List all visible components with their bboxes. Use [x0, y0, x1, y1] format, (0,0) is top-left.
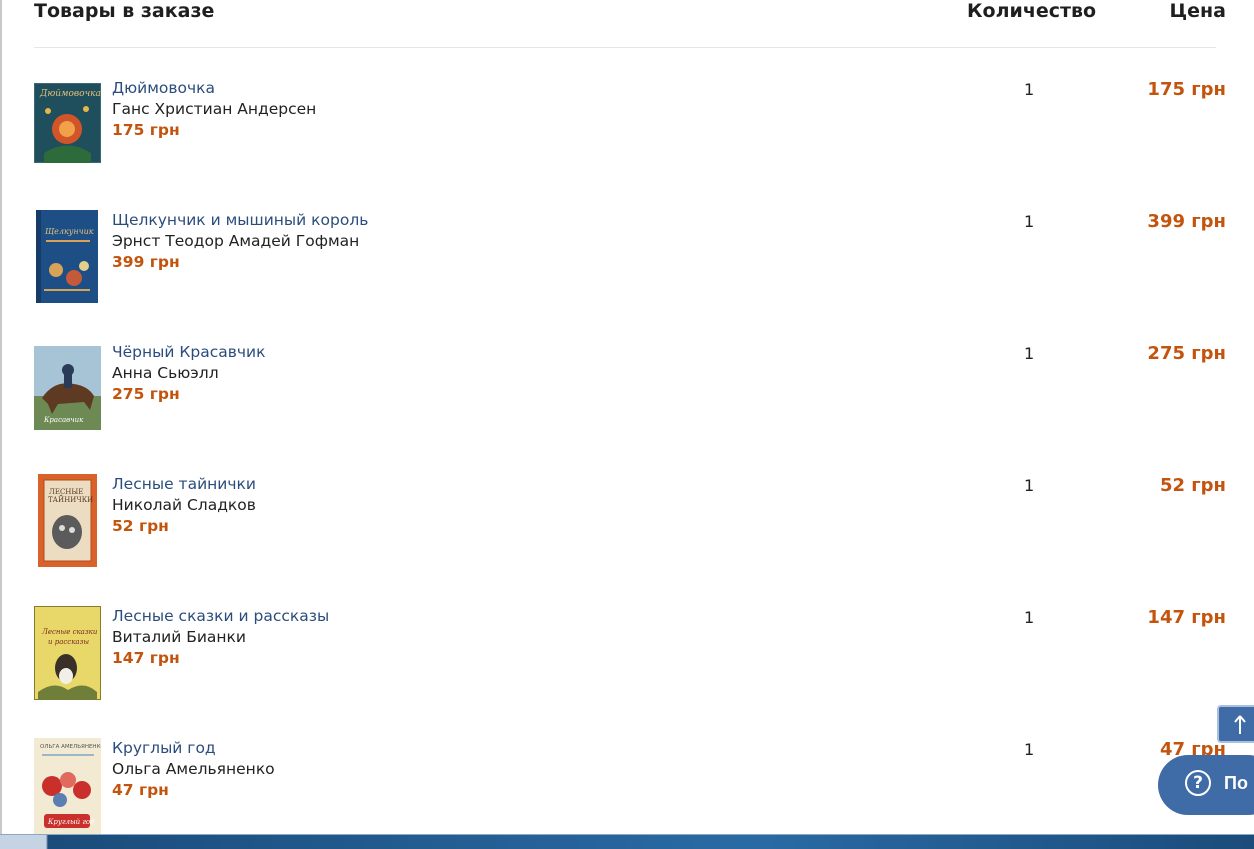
book-cover-image[interactable]: Щелкунчик: [36, 210, 98, 303]
item-title-link[interactable]: Лесные тайнички: [112, 474, 256, 495]
item-title-link[interactable]: Круглый год: [112, 738, 275, 759]
header-divider: [34, 47, 1216, 48]
price-column-header: Цена: [1169, 0, 1226, 22]
order-item-row: Красавчик Чёрный Красавчик Анна Сьюэлл 2…: [34, 342, 1226, 452]
item-quantity: 1: [1024, 80, 1035, 99]
item-author: Виталий Бианки: [112, 628, 246, 646]
help-button[interactable]: ? По: [1158, 755, 1254, 815]
page-left-border: [0, 0, 2, 834]
item-unit-price: 275 грн: [112, 385, 180, 403]
book-cover-image[interactable]: Дюймовочка: [34, 83, 101, 163]
item-quantity: 1: [1024, 476, 1035, 495]
item-author: Эрнст Теодор Амадей Гофман: [112, 232, 360, 250]
svg-text:ОЛЬГА АМЕЛЬЯНЕНКО: ОЛЬГА АМЕЛЬЯНЕНКО: [40, 744, 101, 750]
svg-text:и рассказы: и рассказы: [48, 638, 89, 646]
order-item-row: Дюймовочка Дюймовочка Ганс Христиан Анде…: [34, 78, 1226, 188]
item-unit-price: 147 грн: [112, 649, 180, 667]
order-item-row: Щелкунчик Щелкунчик и мышиный король Эрн…: [34, 210, 1226, 320]
order-item-row: ОЛЬГА АМЕЛЬЯНЕНКО Круглый год Круглый го…: [34, 738, 1226, 834]
svg-text:ТАЙНИЧКИ: ТАЙНИЧКИ: [48, 495, 93, 504]
item-info: Чёрный Красавчик Анна Сьюэлл 275 грн: [112, 342, 265, 405]
item-title-link[interactable]: Щелкунчик и мышиный король: [112, 210, 368, 231]
order-item-row: Лесные сказки и рассказы Лесные сказки и…: [34, 606, 1226, 716]
item-total-price: 275 грн: [1147, 343, 1226, 364]
svg-text:Щелкунчик: Щелкунчик: [45, 227, 94, 236]
help-button-label: По: [1224, 773, 1248, 793]
svg-text:Красавчик: Красавчик: [43, 416, 84, 424]
arrow-up-icon: [1234, 715, 1246, 734]
item-author: Николай Сладков: [112, 496, 256, 514]
item-quantity: 1: [1024, 344, 1035, 363]
item-total-price: 175 грн: [1147, 79, 1226, 100]
order-item-row: ЛЕСНЫЕ ТАЙНИЧКИ Лесные тайнички Николай …: [34, 474, 1226, 584]
item-info: Круглый год Ольга Амельяненко 47 грн: [112, 738, 275, 801]
item-total-price: 147 грн: [1147, 607, 1226, 628]
svg-text:Лесные сказки: Лесные сказки: [41, 628, 98, 636]
item-title-link[interactable]: Лесные сказки и рассказы: [112, 606, 329, 627]
svg-text:ЛЕСНЫЕ: ЛЕСНЫЕ: [49, 488, 83, 496]
quantity-column-header: Количество: [967, 0, 1097, 22]
book-cover-image[interactable]: Красавчик: [34, 346, 101, 430]
item-author: Ольга Амельяненко: [112, 760, 275, 778]
svg-text:Круглый год: Круглый год: [47, 818, 95, 826]
item-quantity: 1: [1024, 212, 1035, 231]
question-icon: ?: [1185, 770, 1211, 796]
book-cover-image[interactable]: ОЛЬГА АМЕЛЬЯНЕНКО Круглый год: [34, 738, 101, 834]
item-info: Дюймовочка Ганс Христиан Андерсен 175 гр…: [112, 78, 316, 141]
book-cover-image[interactable]: ЛЕСНЫЕ ТАЙНИЧКИ: [38, 474, 97, 567]
item-author: Анна Сьюэлл: [112, 364, 219, 382]
items-column-header: Товары в заказе: [34, 0, 215, 22]
item-unit-price: 399 грн: [112, 253, 180, 271]
item-info: Лесные сказки и рассказы Виталий Бианки …: [112, 606, 329, 669]
book-cover-image[interactable]: Лесные сказки и рассказы: [34, 606, 101, 700]
os-taskbar: [0, 834, 1254, 849]
item-unit-price: 52 грн: [112, 517, 169, 535]
item-title-link[interactable]: Дюймовочка: [112, 78, 316, 99]
item-quantity: 1: [1024, 740, 1035, 759]
svg-text:Дюймовочка: Дюймовочка: [39, 89, 101, 99]
item-total-price: 399 грн: [1147, 211, 1226, 232]
item-unit-price: 47 грн: [112, 781, 169, 799]
item-info: Лесные тайнички Николай Сладков 52 грн: [112, 474, 256, 537]
item-info: Щелкунчик и мышиный король Эрнст Теодор …: [112, 210, 368, 273]
item-author: Ганс Христиан Андерсен: [112, 100, 317, 118]
order-items-header: Товары в заказе Количество Цена: [34, 0, 1226, 30]
item-quantity: 1: [1024, 608, 1035, 627]
item-title-link[interactable]: Чёрный Красавчик: [112, 342, 265, 363]
item-unit-price: 175 грн: [112, 121, 180, 139]
item-total-price: 52 грн: [1159, 475, 1226, 496]
scroll-to-top-button[interactable]: [1217, 705, 1254, 743]
